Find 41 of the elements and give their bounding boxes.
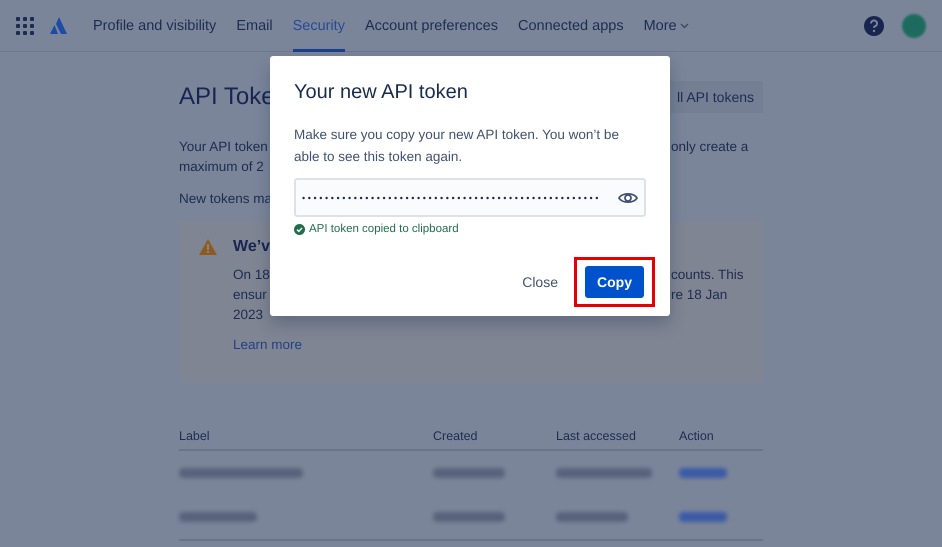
cut-text: maximum of 2 bbox=[179, 158, 264, 176]
nav-tab[interactable]: Security bbox=[292, 0, 345, 52]
close-button[interactable]: Close bbox=[510, 266, 570, 298]
blurred-text bbox=[433, 468, 505, 478]
chevron-icon bbox=[680, 22, 689, 28]
cut-text: ensur bbox=[233, 286, 267, 304]
token-field[interactable]: •••••••••••••••••••••••••••••••••••••••••••••••••••• bbox=[294, 178, 646, 217]
view-tokens-button[interactable]: ll API tokens bbox=[669, 81, 763, 113]
learn-more-link[interactable]: Learn more bbox=[233, 337, 755, 352]
nav-tab[interactable]: Account preferences bbox=[364, 0, 498, 52]
warning-title: We’v bbox=[233, 237, 272, 257]
cut-text: Your API token bbox=[179, 138, 268, 156]
logo-icon[interactable] bbox=[50, 17, 67, 34]
status-message: API token copied to clipboard bbox=[309, 223, 459, 235]
app-grid-icon[interactable] bbox=[16, 16, 34, 34]
blurred-text bbox=[433, 512, 505, 522]
cut-text: re 18 Jan bbox=[671, 286, 728, 304]
cut-text: On 18 bbox=[233, 266, 270, 284]
cut-text: only create a bbox=[671, 138, 748, 156]
warning-icon bbox=[199, 239, 217, 255]
column-header: Label bbox=[179, 429, 211, 443]
dialog-message: Make sure you copy your new API token. You won’t be able to see this token again. bbox=[294, 126, 620, 166]
nav-tab[interactable]: More bbox=[644, 0, 689, 52]
cut-text: counts. This bbox=[671, 266, 744, 284]
nav-tab[interactable]: Connected apps bbox=[518, 0, 624, 52]
nav-tab[interactable]: Email bbox=[236, 0, 273, 52]
column-header: Action bbox=[679, 429, 715, 443]
nav-tab[interactable]: Profile and visibility bbox=[93, 0, 216, 52]
column-header: Created bbox=[433, 429, 478, 443]
check-circle-icon bbox=[294, 224, 305, 234]
avatar[interactable] bbox=[902, 14, 926, 38]
blurred-link[interactable] bbox=[679, 468, 727, 478]
blurred-link[interactable] bbox=[679, 512, 727, 522]
eye-icon[interactable] bbox=[618, 190, 638, 204]
column-header: Last accessed bbox=[556, 429, 637, 443]
help-icon[interactable] bbox=[863, 14, 885, 36]
dialog-title: Your new API token bbox=[294, 80, 469, 104]
copy-button[interactable]: Copy bbox=[585, 266, 644, 298]
cut-text: 2023 bbox=[233, 306, 264, 324]
token-value: •••••••••••••••••••••••••••••••••••••••••••••••••••• bbox=[302, 192, 602, 202]
blurred-text bbox=[556, 512, 628, 522]
